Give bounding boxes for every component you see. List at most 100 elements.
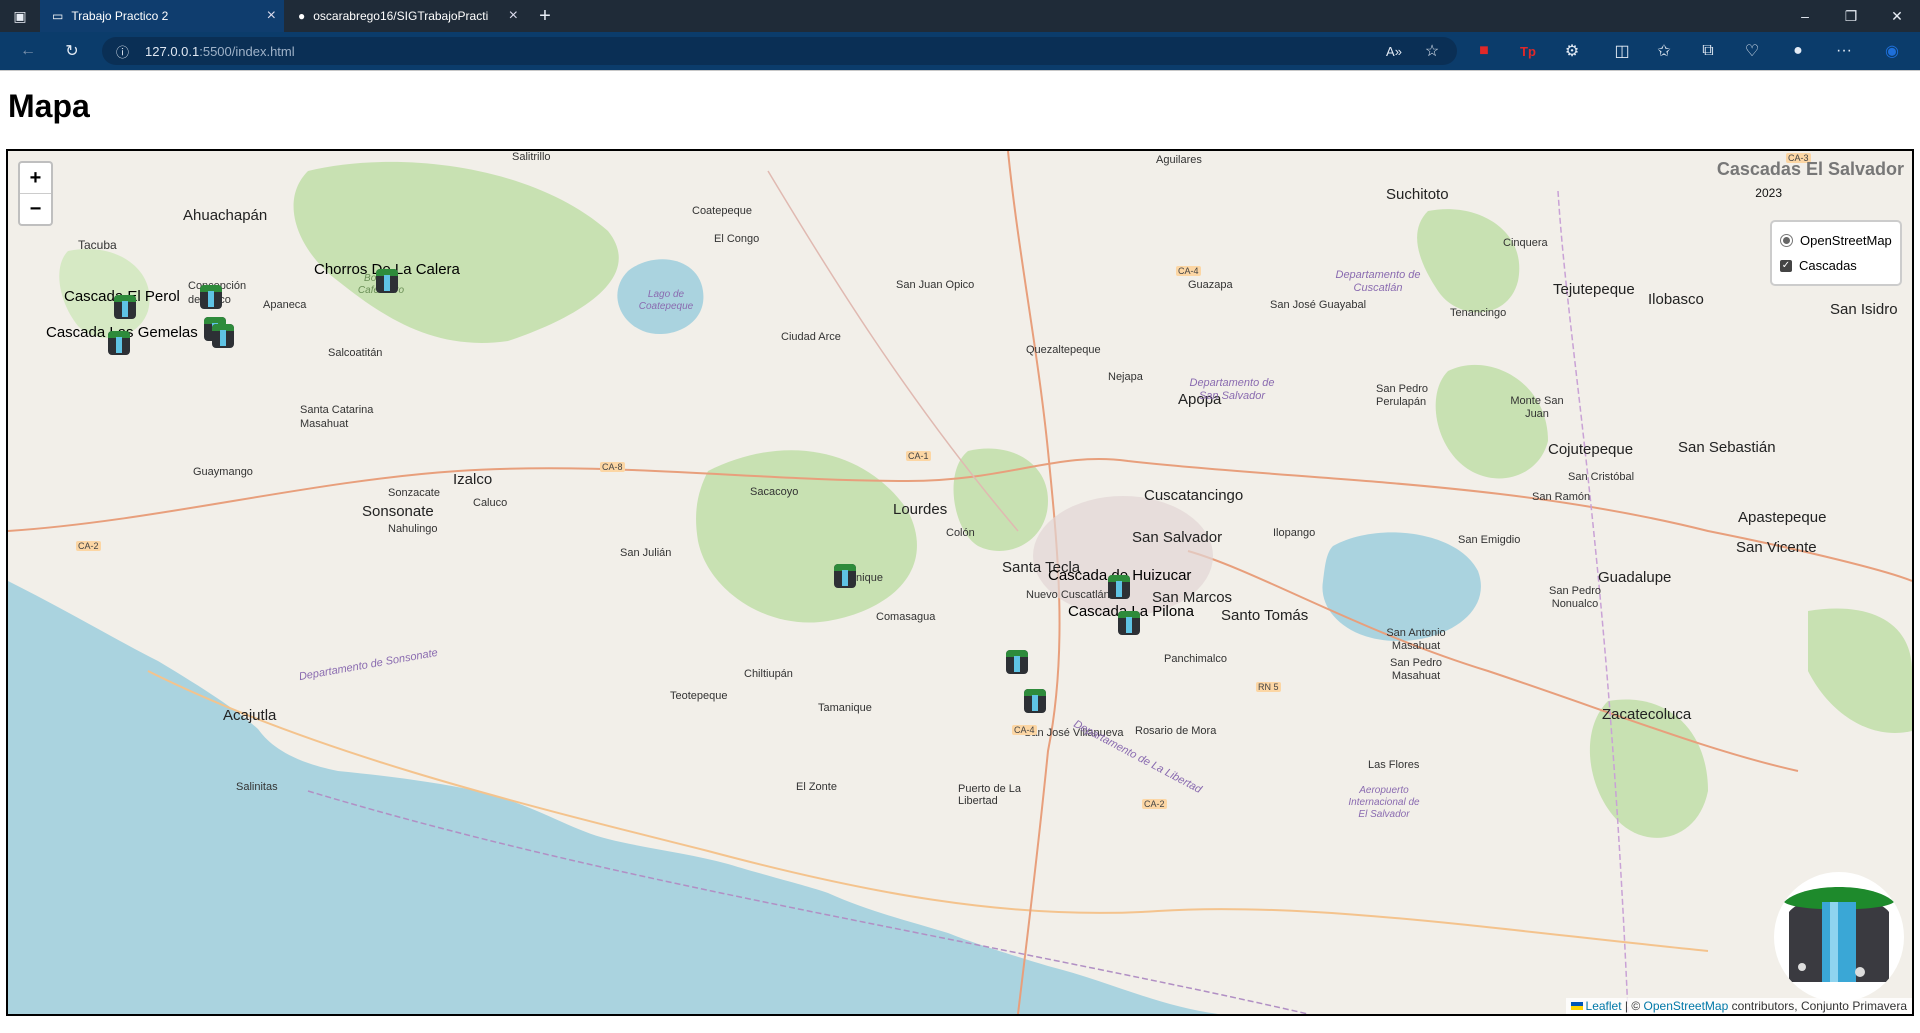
info-icon[interactable]: ⓘ (116, 42, 129, 61)
refresh-icon[interactable]: ↻ (58, 37, 86, 65)
place-label: Ahuachapán (183, 207, 268, 224)
place-label: San Julián (620, 547, 672, 559)
place-label: Guadalupe (1598, 569, 1672, 586)
place-label: Caluco (473, 497, 508, 509)
place-label: Chiltiupán (744, 668, 793, 680)
leaflet-link[interactable]: Leaflet (1586, 999, 1622, 1013)
place-label: Guaymango (193, 466, 253, 478)
waterfall-marker-icon[interactable] (1024, 689, 1046, 713)
address-input[interactable]: ⓘ 127.0.0.1:5500/index.html (102, 37, 1457, 65)
zoom-in-button[interactable]: + (20, 163, 51, 193)
road-shield: CA-4 (1012, 725, 1037, 735)
close-icon[interactable]: × (267, 7, 276, 25)
page-title: Mapa (8, 88, 90, 124)
place-label: Tenancingo (1450, 307, 1507, 319)
close-window-button[interactable]: ✕ (1874, 0, 1920, 32)
place-label: Coatepeque (692, 205, 752, 217)
place-label: Colón (946, 527, 975, 539)
place-label: Cinquera (1503, 237, 1548, 249)
osm-link[interactable]: OpenStreetMap (1644, 999, 1729, 1013)
place-label: Izalco (453, 471, 493, 488)
place-label: Puerto de La Libertad (958, 783, 1021, 807)
waterfall-marker-icon[interactable] (212, 324, 234, 348)
road-shield: CA-4 (1176, 266, 1201, 276)
layer-option-cascadas[interactable]: ✓ Cascadas (1780, 253, 1892, 278)
waterfall-marker-icon[interactable] (114, 295, 136, 319)
layer-label: OpenStreetMap (1800, 233, 1892, 248)
favorites-icon[interactable]: ✩ (1650, 37, 1678, 65)
restore-button[interactable]: ❐ (1828, 0, 1874, 32)
favorite-star-icon[interactable]: ☆ (1418, 37, 1446, 65)
minimize-button[interactable]: – (1782, 0, 1828, 32)
place-label: San José Guayabal (1270, 299, 1367, 311)
performance-icon[interactable]: ♡ (1738, 37, 1766, 65)
place-label: Acajutla (223, 707, 277, 724)
region-label: Departamento de San Salvador (1189, 377, 1275, 402)
place-label: San Juan Opico (896, 279, 975, 291)
radio-button[interactable] (1780, 234, 1793, 247)
place-label: Monte San Juan (1510, 395, 1564, 420)
road-shield: CA-1 (906, 451, 931, 461)
tab-strip: ▣ ▭ Trabajo Practico 2 × ● oscarabrego16… (0, 0, 1920, 32)
more-menu-icon[interactable]: ··· (1830, 37, 1858, 65)
place-label: San Pedro Nonualco (1549, 585, 1601, 610)
place-label: Guazapa (1188, 279, 1233, 291)
layers-control: OpenStreetMap ✓ Cascadas (1770, 220, 1902, 286)
place-label: Salitrillo (512, 151, 551, 163)
road-shield: CA-2 (1142, 799, 1167, 809)
place-label: Zacatecoluca (1602, 706, 1692, 723)
place-label: Ciudad Arce (781, 331, 841, 343)
tab-trabajo-practico[interactable]: ▭ Trabajo Practico 2 × (40, 0, 284, 32)
extensions-icon[interactable]: ⚙ (1558, 37, 1586, 65)
place-label: San Emigdio (1458, 534, 1521, 546)
copilot-icon[interactable]: ◉ (1878, 37, 1906, 65)
place-label: Las Flores (1368, 759, 1420, 771)
address-toolbar: ← ↻ ⓘ 127.0.0.1:5500/index.html A» ☆ ■ T… (0, 32, 1920, 70)
checkbox[interactable]: ✓ (1780, 259, 1792, 272)
waterfall-marker-icon[interactable] (1118, 611, 1140, 635)
github-icon: ● (298, 9, 306, 23)
place-label: Nejapa (1108, 371, 1143, 383)
place-label: Apastepeque (1738, 509, 1827, 526)
url-path: :5500/index.html (199, 43, 295, 59)
place-label: Sacacoyo (750, 486, 799, 498)
layer-option-openstreetmap[interactable]: OpenStreetMap (1780, 228, 1892, 253)
place-label: San Antonio Masahuat (1386, 627, 1446, 652)
place-label: El Congo (714, 233, 760, 245)
tab-title: Trabajo Practico 2 (71, 9, 169, 23)
place-label: Lourdes (893, 501, 948, 518)
place-label: San Salvador (1132, 529, 1223, 546)
waterfall-marker-icon[interactable] (376, 269, 398, 293)
new-tab-button[interactable]: + (530, 0, 560, 32)
waterfall-marker-icon[interactable] (200, 285, 222, 309)
zoom-out-button[interactable]: − (20, 193, 51, 224)
tab-title: oscarabrego16/SIGTrabajoPractic (313, 9, 489, 23)
waterfall-marker-icon[interactable] (108, 331, 130, 355)
road-shield: RN 5 (1256, 682, 1281, 692)
place-label: Aguilares (1156, 154, 1202, 166)
map-year: 2023 (1755, 186, 1782, 200)
profile-avatar-icon[interactable]: ● (1784, 37, 1812, 65)
collections-icon[interactable]: ⧉ (1694, 37, 1722, 65)
map-container[interactable]: Ahuachapán Tacuba Concepción de Ataco Ap… (6, 149, 1914, 1016)
split-screen-icon[interactable]: ◫ (1608, 37, 1636, 65)
extension-tp-icon[interactable]: Tp (1514, 37, 1542, 65)
region-label: Aeropuerto Internacional de El Salvador (1348, 785, 1420, 820)
extension-lock-icon[interactable]: ■ (1470, 37, 1498, 65)
tab-actions-icon[interactable]: ▣ (0, 0, 40, 32)
place-label: San Sebastián (1678, 439, 1776, 456)
waterfall-marker-icon[interactable] (1108, 575, 1130, 599)
back-icon[interactable]: ← (14, 37, 42, 65)
map-title: Cascadas El Salvador (1716, 159, 1904, 179)
place-label: Comasagua (876, 611, 936, 623)
place-label: Nahulingo (388, 523, 438, 535)
close-icon[interactable]: × (509, 7, 518, 25)
place-label: Salinitas (236, 781, 278, 793)
place-label: San Isidro (1830, 301, 1898, 318)
place-label: Quezaltepeque (1026, 344, 1101, 356)
read-aloud-icon[interactable]: A» (1380, 37, 1408, 65)
region-label: Departamento de Cuscatlán (1335, 269, 1421, 294)
waterfall-marker-icon[interactable] (1006, 650, 1028, 674)
tab-github[interactable]: ● oscarabrego16/SIGTrabajoPractic × (286, 0, 526, 32)
waterfall-marker-icon[interactable] (834, 564, 856, 588)
